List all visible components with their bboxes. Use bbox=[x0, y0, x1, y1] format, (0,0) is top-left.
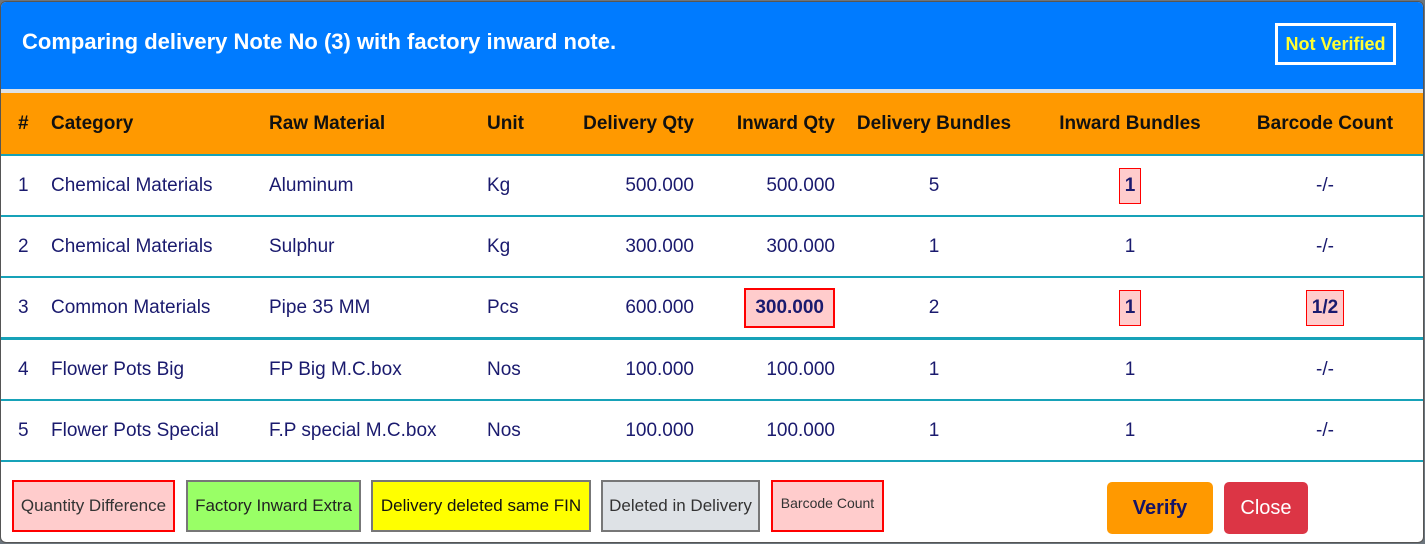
legend-delivery-deleted-same-fin: Delivery deleted same FIN bbox=[371, 480, 591, 532]
table-row: 4 Flower Pots Big FP Big M.C.box Nos 100.000… bbox=[1, 338, 1423, 401]
cell-unit: Nos bbox=[487, 338, 557, 401]
comparison-table: # Category Raw Material Unit Delivery Qt… bbox=[1, 93, 1423, 462]
cell-delivery-bundles: 1 bbox=[835, 338, 1033, 401]
cell-barcode-count: 1/2 bbox=[1227, 277, 1423, 340]
cell-delivery-qty: 100.000 bbox=[557, 338, 694, 401]
cell-unit: Pcs bbox=[487, 277, 557, 340]
cell-delivery-qty: 100.000 bbox=[557, 400, 694, 462]
cell-category: Chemical Materials bbox=[51, 216, 269, 278]
col-header-unit: Unit bbox=[487, 93, 557, 156]
cell-inward-qty: 100.000 bbox=[694, 338, 835, 401]
cell-category: Chemical Materials bbox=[51, 155, 269, 217]
modal-footer: Quantity Difference Factory Inward Extra… bbox=[1, 480, 1423, 535]
close-button[interactable]: Close bbox=[1224, 482, 1308, 534]
cell-raw-material: Aluminum bbox=[269, 155, 487, 217]
cell-delivery-qty: 500.000 bbox=[557, 155, 694, 217]
col-header-delivery-bundles: Delivery Bundles bbox=[835, 93, 1033, 156]
status-badge: Not Verified bbox=[1275, 23, 1396, 65]
cell-num: 1 bbox=[1, 155, 51, 217]
cell-raw-material: Pipe 35 MM bbox=[269, 277, 487, 340]
cell-raw-material: Sulphur bbox=[269, 216, 487, 278]
cell-inward-bundles: 1 bbox=[1033, 338, 1227, 401]
difference-highlight: 1 bbox=[1118, 289, 1142, 326]
cell-raw-material: FP Big M.C.box bbox=[269, 338, 487, 401]
cell-inward-bundles: 1 bbox=[1033, 155, 1227, 217]
table-row: 2 Chemical Materials Sulphur Kg 300.000 300.0… bbox=[1, 216, 1423, 278]
col-header-inward-bundles: Inward Bundles bbox=[1033, 93, 1227, 156]
modal-header: Comparing delivery Note No (3) with fact… bbox=[1, 2, 1423, 89]
cell-inward-qty: 300.000 bbox=[694, 216, 835, 278]
cell-num: 4 bbox=[1, 338, 51, 401]
col-header-delivery-qty: Delivery Qty bbox=[557, 93, 694, 156]
legend-barcode-count: Barcode Count bbox=[771, 480, 884, 532]
cell-barcode-count: -/- bbox=[1227, 338, 1423, 401]
cell-inward-qty: 300.000 bbox=[694, 277, 835, 340]
cell-unit: Kg bbox=[487, 216, 557, 278]
cell-delivery-bundles: 1 bbox=[835, 216, 1033, 278]
legend-quantity-difference: Quantity Difference bbox=[12, 480, 175, 532]
cell-delivery-qty: 600.000 bbox=[557, 277, 694, 340]
cell-raw-material: F.P special M.C.box bbox=[269, 400, 487, 462]
verify-button[interactable]: Verify bbox=[1107, 482, 1213, 534]
cell-num: 3 bbox=[1, 277, 51, 340]
cell-inward-bundles: 1 bbox=[1033, 277, 1227, 340]
table-row: 1 Chemical Materials Aluminum Kg 500.000 500.… bbox=[1, 155, 1423, 217]
table-row: 3 Common Materials Pipe 35 MM Pcs 600.000 300… bbox=[1, 277, 1423, 340]
compare-modal: Comparing delivery Note No (3) with fact… bbox=[1, 2, 1423, 542]
cell-inward-bundles: 1 bbox=[1033, 400, 1227, 462]
cell-category: Common Materials bbox=[51, 277, 269, 340]
cell-inward-qty: 500.000 bbox=[694, 155, 835, 217]
cell-barcode-count: -/- bbox=[1227, 155, 1423, 217]
cell-num: 5 bbox=[1, 400, 51, 462]
cell-delivery-bundles: 5 bbox=[835, 155, 1033, 217]
cell-delivery-bundles: 2 bbox=[835, 277, 1033, 340]
cell-barcode-count: -/- bbox=[1227, 400, 1423, 462]
table-header-row: # Category Raw Material Unit Delivery Qt… bbox=[1, 93, 1423, 156]
cell-category: Flower Pots Big bbox=[51, 338, 269, 401]
col-header-inward-qty: Inward Qty bbox=[694, 93, 835, 156]
cell-unit: Kg bbox=[487, 155, 557, 217]
legend-factory-inward-extra: Factory Inward Extra bbox=[186, 480, 361, 532]
col-header-barcode-count: Barcode Count bbox=[1227, 93, 1423, 156]
cell-delivery-qty: 300.000 bbox=[557, 216, 694, 278]
cell-num: 2 bbox=[1, 216, 51, 278]
difference-highlight: 1 bbox=[1118, 167, 1142, 204]
col-header-category: Category bbox=[51, 93, 269, 156]
cell-unit: Nos bbox=[487, 400, 557, 462]
table-row: 5 Flower Pots Special F.P special M.C.box N… bbox=[1, 400, 1423, 462]
cell-inward-qty: 100.000 bbox=[694, 400, 835, 462]
col-header-num: # bbox=[1, 93, 51, 156]
difference-highlight: 1/2 bbox=[1305, 289, 1345, 326]
modal-title: Comparing delivery Note No (3) with fact… bbox=[22, 29, 617, 54]
cell-barcode-count: -/- bbox=[1227, 216, 1423, 278]
col-header-raw-material: Raw Material bbox=[269, 93, 487, 156]
cell-category: Flower Pots Special bbox=[51, 400, 269, 462]
difference-highlight: 300.000 bbox=[744, 287, 835, 328]
cell-inward-bundles: 1 bbox=[1033, 216, 1227, 278]
cell-delivery-bundles: 1 bbox=[835, 400, 1033, 462]
legend-deleted-in-delivery: Deleted in Delivery bbox=[601, 480, 760, 532]
